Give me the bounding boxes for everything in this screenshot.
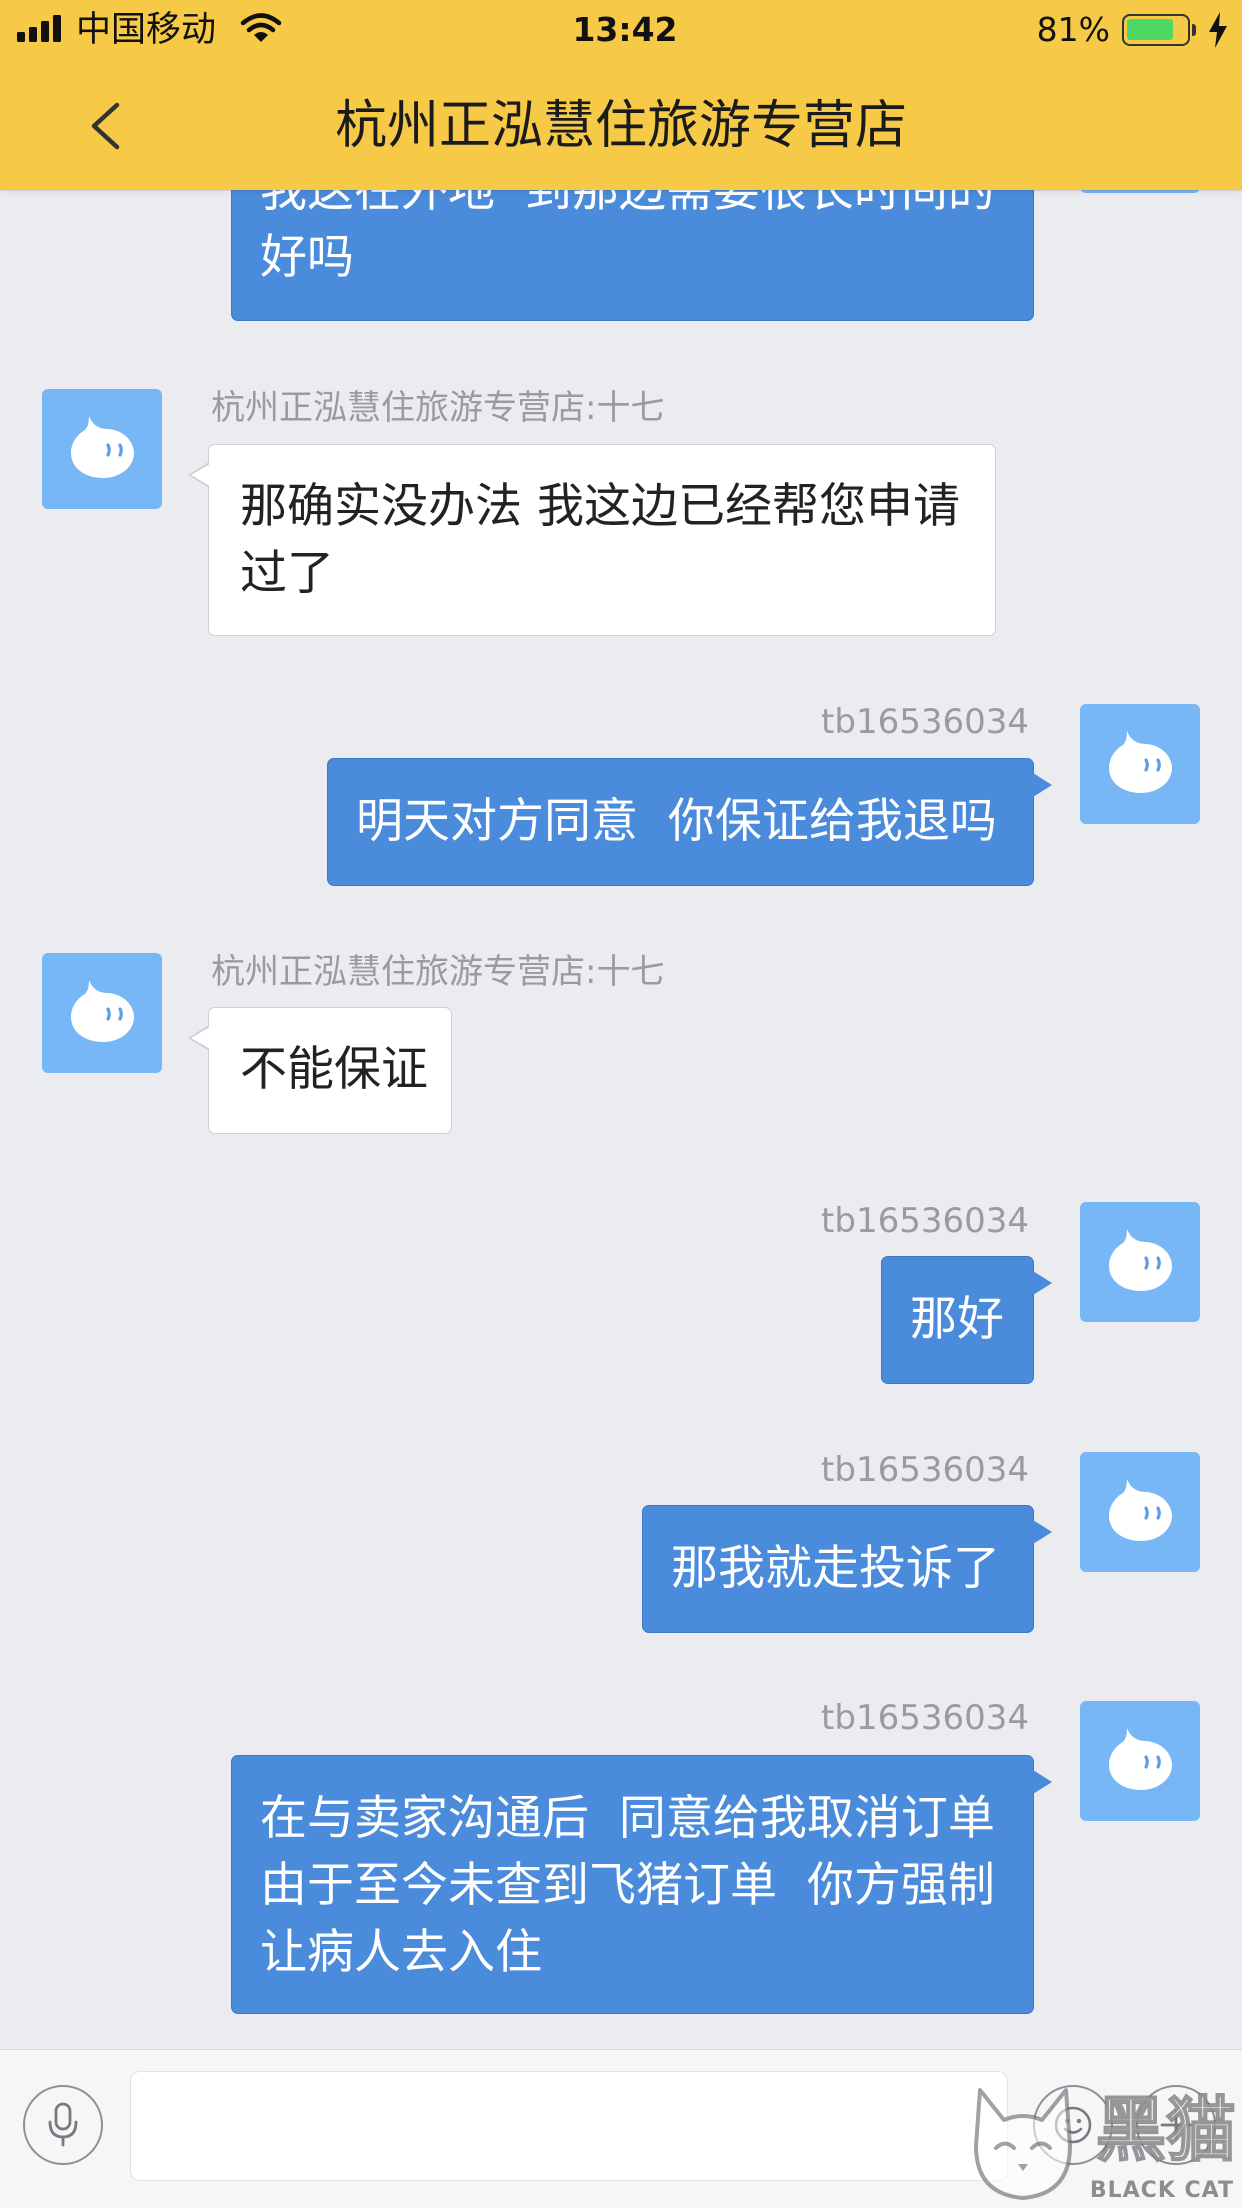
message-text-line: 不能保证: [240, 1042, 428, 1097]
sender-name: tb16536034: [821, 1201, 1029, 1241]
avatar[interactable]: [1080, 1202, 1200, 1322]
message-text-line: 明天对方同意 你保证给我退吗: [356, 794, 997, 849]
more-button[interactable]: [1136, 2085, 1216, 2165]
sender-name: tb16536034: [821, 1698, 1029, 1738]
message-text-line: 好吗: [260, 230, 354, 285]
carrier-name: 中国移动: [76, 10, 217, 50]
message-text-line: 那确实没办法 我这边已经帮您申请: [240, 479, 960, 534]
signal-bar: [29, 27, 37, 42]
message-text-line: 过了: [240, 546, 334, 601]
sender-name: tb16536034: [821, 702, 1029, 742]
message-input[interactable]: [130, 2071, 1008, 2181]
voice-button[interactable]: [23, 2085, 103, 2165]
message-text-line: 由于至今未查到飞猪订单 你方强制: [260, 1858, 995, 1913]
avatar[interactable]: [42, 389, 162, 509]
status-time: 13:42: [572, 10, 678, 49]
message-bubble[interactable]: 那我就走投诉了: [642, 1505, 1052, 1633]
plus-icon: [1160, 2109, 1192, 2141]
battery-percent: 81%: [1036, 10, 1110, 49]
status-bar: 中国移动 13:42 81%: [0, 0, 1242, 62]
microphone-icon: [48, 2102, 78, 2147]
sender-name: tb16536034: [821, 1450, 1029, 1490]
nav-bar: 杭州正泓慧住旅游专营店: [0, 62, 1242, 190]
signal-bar: [53, 15, 61, 42]
avatar[interactable]: [42, 953, 162, 1073]
message-text-line: 在与卖家沟通后 同意给我取消订单: [260, 1791, 995, 1846]
page-title: 杭州正泓慧住旅游专营店: [334, 96, 907, 156]
message-bubble[interactable]: 明天对方同意 你保证给我退吗: [327, 758, 1052, 886]
signal-bar: [41, 21, 49, 42]
emoji-icon: [1054, 2106, 1092, 2144]
avatar[interactable]: [1080, 1701, 1200, 1821]
wifi-icon: [240, 13, 282, 42]
battery-icon: [1122, 14, 1190, 46]
message-bubble[interactable]: 那确实没办法 我这边已经帮您申请 过了: [188, 444, 996, 636]
message-text-line: 那好: [910, 1292, 1004, 1347]
message-text-line: 让病人去入住: [260, 1925, 542, 1980]
top-header: 中国移动 13:42 81% 杭州正泓慧住旅游专营店: [0, 0, 1242, 190]
avatar[interactable]: [1080, 704, 1200, 824]
message-text-line: 那我就走投诉了: [671, 1541, 1000, 1596]
sender-name: 杭州正泓慧住旅游专营店:十七: [211, 388, 665, 428]
chat-message-list[interactable]: 我这在外地 到那边需要很长时间的 好吗 杭州正泓慧住旅游专营店:十七 那确实没办…: [0, 0, 1242, 2049]
cellular-signal-icon: [17, 14, 63, 42]
avatar[interactable]: [1080, 1452, 1200, 1572]
emoji-button[interactable]: [1033, 2085, 1113, 2165]
battery-cap: [1192, 24, 1196, 36]
message-bubble[interactable]: 那好: [881, 1256, 1052, 1384]
message-bubble[interactable]: 不能保证: [188, 1007, 452, 1134]
charging-bolt-icon: [1209, 12, 1227, 48]
signal-bar: [17, 32, 25, 42]
battery-fill: [1127, 19, 1174, 40]
message-bubble[interactable]: 在与卖家沟通后 同意给我取消订单 由于至今未查到飞猪订单 你方强制 让病人去入住: [231, 1755, 1052, 2014]
sender-name: 杭州正泓慧住旅游专营店:十七: [211, 952, 665, 992]
message-input-bar: [0, 2049, 1242, 2208]
